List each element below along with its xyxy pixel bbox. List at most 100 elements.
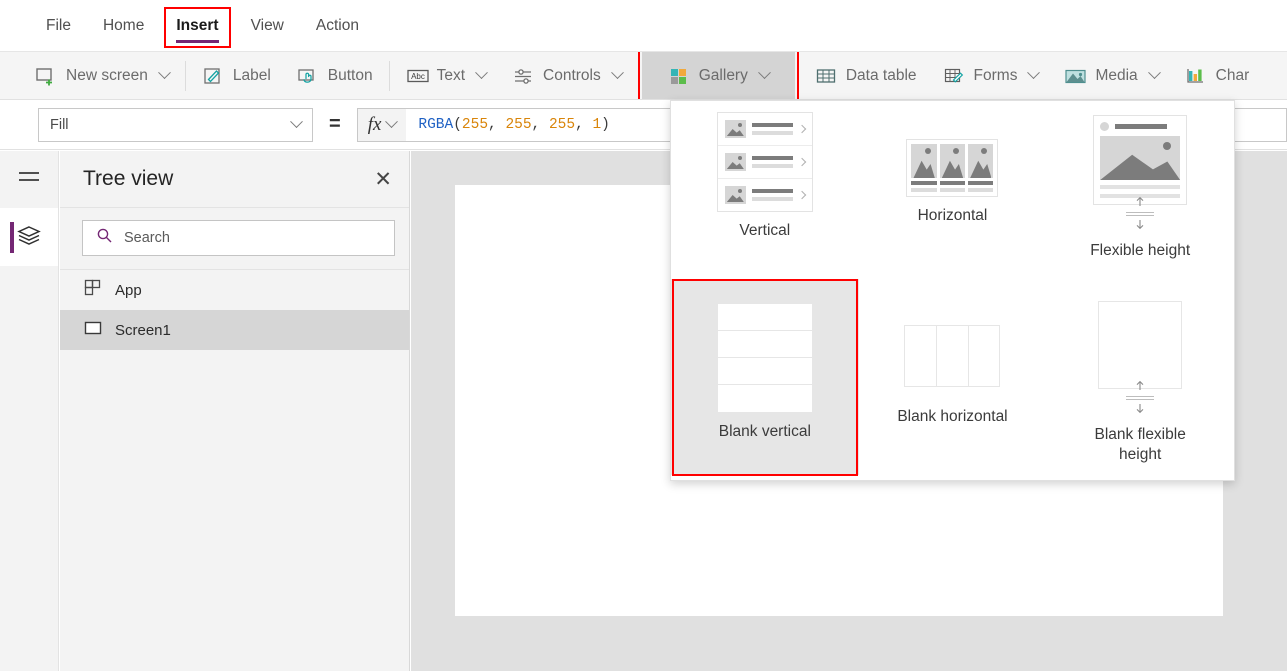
gallery-flyout-menu: Vertical Horizontal Flexible height Blan… xyxy=(670,100,1235,481)
gallery-option-flexible-height[interactable]: Flexible height xyxy=(1046,101,1234,279)
menu-item-file[interactable]: File xyxy=(30,0,87,52)
search-input[interactable]: Search xyxy=(82,220,395,256)
search-icon xyxy=(96,227,113,249)
property-selector[interactable]: Fill xyxy=(38,107,313,142)
ribbon-label-text: Forms xyxy=(973,66,1018,84)
chevron-down-icon xyxy=(290,115,303,129)
ribbon-text[interactable]: Abc Text xyxy=(393,52,499,99)
gallery-option-blank-vertical[interactable]: Blank vertical xyxy=(671,279,859,476)
new-screen-icon xyxy=(35,65,57,87)
ribbon-label-text: Label xyxy=(232,66,271,84)
ribbon-gallery[interactable]: Gallery xyxy=(637,52,799,99)
ribbon-label: New screen xyxy=(66,66,148,84)
insert-ribbon-toolbar: New screen Label Button Abc Text Control… xyxy=(0,52,1287,100)
gallery-option-label: Flexible height xyxy=(1090,242,1191,259)
gallery-option-vertical[interactable]: Vertical xyxy=(671,101,859,279)
powerapps-studio-window: File Home Insert View Action New screen xyxy=(0,0,1287,671)
blank-flexible-height-gallery-thumbnail xyxy=(1098,301,1183,416)
formula-token: 255 xyxy=(548,116,576,133)
chevron-down-icon xyxy=(757,66,771,80)
menu-label: Home xyxy=(102,16,145,34)
fx-button[interactable]: fx xyxy=(356,107,407,142)
active-indicator xyxy=(10,222,14,253)
formula-token: , xyxy=(488,116,506,133)
chevron-down-icon xyxy=(475,66,488,80)
formula-token: ( xyxy=(453,116,462,133)
ribbon-data-table[interactable]: Data table xyxy=(802,52,930,99)
menu-item-action[interactable]: Action xyxy=(300,0,375,52)
gallery-option-label: Blank flexible height xyxy=(1094,426,1186,463)
gallery-icon xyxy=(668,65,690,87)
gallery-option-blank-horizontal[interactable]: Blank horizontal xyxy=(859,279,1047,475)
tree-view-layers-icon xyxy=(16,223,42,252)
menu-item-view[interactable]: View xyxy=(235,0,300,52)
gallery-option-blank-flexible-height[interactable]: Blank flexible height xyxy=(1046,279,1234,475)
label-icon xyxy=(202,65,224,87)
tree-item-app[interactable]: App xyxy=(60,270,409,310)
ribbon-media[interactable]: Media xyxy=(1051,52,1171,99)
screen-icon xyxy=(83,318,103,342)
hamburger-menu-icon xyxy=(17,169,41,190)
formula-token: 1 xyxy=(592,116,602,133)
equals-sign: = xyxy=(329,113,341,135)
chevron-down-icon xyxy=(1147,66,1161,80)
chevron-down-icon xyxy=(610,66,624,80)
ribbon-divider xyxy=(388,60,390,91)
menu-item-insert[interactable]: Insert xyxy=(160,0,234,52)
tree-view-search-area: Search xyxy=(60,208,409,270)
tree-view-header: Tree view ✕ xyxy=(60,151,409,208)
forms-icon xyxy=(943,65,965,87)
menu-label: Insert xyxy=(176,16,219,34)
button-icon xyxy=(297,65,319,87)
blank-vertical-gallery-thumbnail xyxy=(716,303,813,413)
data-table-icon xyxy=(815,65,837,87)
hamburger-menu-button[interactable] xyxy=(0,151,58,208)
chevron-down-icon xyxy=(157,66,171,80)
property-selector-value: Fill xyxy=(50,116,69,133)
ribbon-button[interactable]: Button xyxy=(284,52,386,99)
search-placeholder: Search xyxy=(124,230,170,246)
close-icon[interactable]: ✕ xyxy=(374,169,392,190)
formula-token: ) xyxy=(601,116,610,133)
active-tab-underline xyxy=(176,39,219,43)
ribbon-label-text: Button xyxy=(327,66,373,84)
ribbon-label-text: Char xyxy=(1215,66,1250,84)
tree-item-label: Screen1 xyxy=(115,321,171,339)
ribbon-charts[interactable]: Char xyxy=(1172,52,1263,99)
ribbon-new-screen[interactable]: New screen xyxy=(22,52,182,99)
flexible-height-gallery-thumbnail xyxy=(1093,115,1188,232)
menu-item-home[interactable]: Home xyxy=(87,0,160,52)
ribbon-label-text: Controls xyxy=(543,66,601,84)
media-icon xyxy=(1064,65,1087,87)
resize-height-arrows-icon xyxy=(1123,378,1157,416)
ribbon-forms[interactable]: Forms xyxy=(930,52,1052,99)
formula-token: , xyxy=(531,116,549,133)
ribbon-controls[interactable]: Controls xyxy=(499,52,635,99)
ribbon-label-text: Gallery xyxy=(698,66,748,84)
tree-item-label: App xyxy=(115,281,142,299)
gallery-option-label: Blank vertical xyxy=(718,423,811,440)
ribbon-label[interactable]: Label xyxy=(189,52,284,99)
tree-item-screen1[interactable]: Screen1 xyxy=(60,310,409,350)
text-icon: Abc xyxy=(406,65,429,87)
gallery-option-horizontal[interactable]: Horizontal xyxy=(859,101,1047,279)
vertical-gallery-thumbnail xyxy=(716,112,813,212)
ribbon-divider xyxy=(184,60,186,91)
resize-height-arrows-icon xyxy=(1123,194,1157,232)
ribbon-divider xyxy=(637,60,639,91)
formula-token: 255 xyxy=(505,116,532,133)
horizontal-gallery-thumbnail xyxy=(906,139,999,197)
charts-icon xyxy=(1185,65,1207,87)
chevron-down-icon xyxy=(385,115,399,129)
controls-icon xyxy=(512,65,534,87)
gallery-option-label: Horizontal xyxy=(917,207,988,224)
formula-token: 255 xyxy=(461,116,489,133)
ribbon-divider xyxy=(797,60,799,91)
blank-horizontal-gallery-thumbnail xyxy=(904,325,1001,387)
gallery-option-label: Vertical xyxy=(739,222,791,239)
menu-label: Action xyxy=(315,16,359,34)
rail-button-tree-view[interactable] xyxy=(0,208,58,266)
ribbon-label-text: Media xyxy=(1095,66,1138,84)
tree-view-title: Tree view xyxy=(83,167,174,190)
left-rail xyxy=(0,151,59,671)
